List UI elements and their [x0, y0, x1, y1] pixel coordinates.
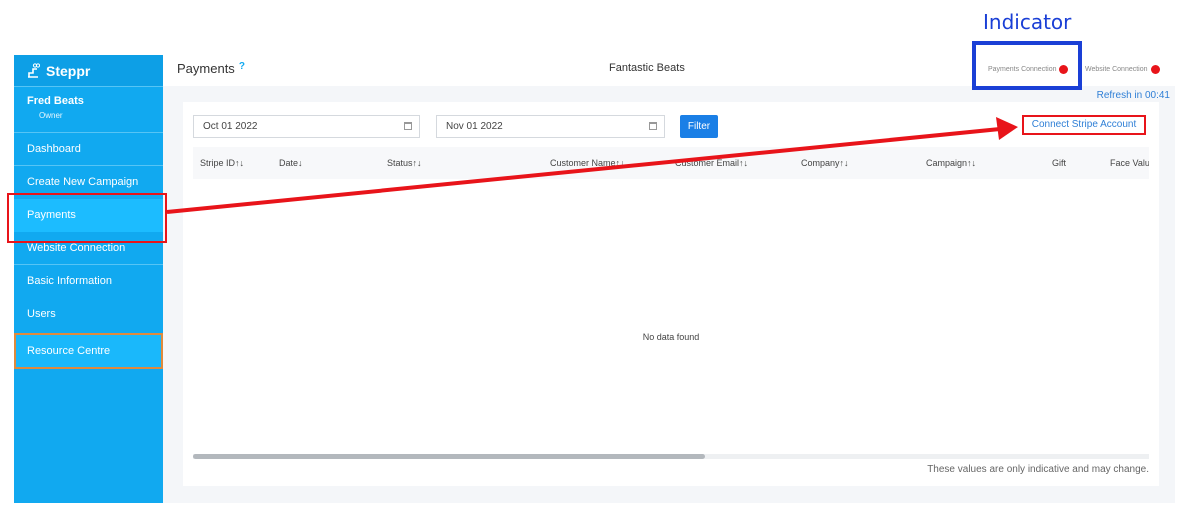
date-from-value: Oct 01 2022: [203, 121, 258, 132]
empty-state-message: No data found: [642, 332, 700, 342]
sidebar-item-website-connection[interactable]: Website Connection: [14, 232, 163, 265]
column-header-customer-email[interactable]: Customer Email↑↓: [675, 158, 748, 168]
column-header-customer-name[interactable]: Customer Name↑↓: [550, 158, 625, 168]
user-profile[interactable]: Fred Beats Owner: [14, 87, 163, 133]
calendar-icon[interactable]: [649, 122, 657, 130]
payments-connection-label: Payments Connection: [988, 66, 1057, 73]
date-to-input[interactable]: Nov 01 2022: [436, 115, 665, 138]
website-connection-indicator: Website Connection: [1085, 65, 1160, 74]
main-content: Refresh in 00:41 Oct 01 2022 Nov 01 2022…: [163, 86, 1175, 503]
user-name: Fred Beats: [27, 95, 84, 107]
calendar-icon[interactable]: [404, 122, 412, 130]
sidebar-item-dashboard[interactable]: Dashboard: [14, 133, 163, 166]
brand-name: Steppr: [46, 62, 91, 79]
sidebar: Steppr Fred Beats Owner Dashboard Create…: [14, 55, 163, 503]
brand[interactable]: Steppr: [14, 55, 163, 87]
payments-connection-indicator: Payments Connection: [988, 65, 1069, 74]
table-header: Stripe ID↑↓ Date↓ Status↑↓ Customer Name…: [193, 147, 1149, 179]
indicator-annotation-label: Indicator: [983, 10, 1072, 34]
payments-status-dot-icon: [1059, 65, 1069, 74]
help-icon[interactable]: ?: [239, 61, 245, 72]
column-header-campaign[interactable]: Campaign↑↓: [926, 158, 976, 168]
refresh-countdown: Refresh in 00:41: [1096, 90, 1170, 101]
website-connection-label: Website Connection: [1085, 66, 1148, 73]
filter-button[interactable]: Filter: [680, 115, 718, 138]
payments-panel: Oct 01 2022 Nov 01 2022 Filter Connect S…: [183, 102, 1159, 486]
scrollbar-thumb[interactable]: [193, 454, 705, 459]
column-header-gift: Gift: [1052, 158, 1067, 168]
top-bar: Payments? Fantastic Beats Payments Conne…: [163, 55, 1175, 87]
sidebar-item-create-new-campaign[interactable]: Create New Campaign: [14, 166, 163, 199]
organization-name: Fantastic Beats: [609, 62, 685, 74]
horizontal-scrollbar[interactable]: [193, 454, 1149, 459]
page-title-text: Payments: [177, 61, 235, 76]
date-to-value: Nov 01 2022: [446, 121, 503, 132]
column-header-status[interactable]: Status↑↓: [387, 158, 422, 168]
column-header-company[interactable]: Company↑↓: [801, 158, 849, 168]
column-header-stripe-id[interactable]: Stripe ID↑↓: [200, 158, 244, 168]
connect-stripe-account-link[interactable]: Connect Stripe Account: [1022, 115, 1146, 135]
user-role: Owner: [39, 111, 63, 120]
sidebar-item-resource-centre[interactable]: Resource Centre: [14, 333, 163, 369]
sidebar-item-payments[interactable]: Payments: [14, 199, 163, 232]
steppr-logo-icon: [28, 62, 40, 78]
disclaimer-note: These values are only indicative and may…: [927, 464, 1149, 475]
column-header-date[interactable]: Date↓: [279, 158, 303, 168]
sidebar-item-basic-information[interactable]: Basic Information: [14, 265, 163, 298]
page-title: Payments?: [177, 61, 245, 76]
website-status-dot-icon: [1150, 65, 1160, 74]
date-from-input[interactable]: Oct 01 2022: [193, 115, 420, 138]
column-header-face-value[interactable]: Face Valu: [1110, 158, 1149, 168]
sidebar-item-users[interactable]: Users: [14, 298, 163, 331]
